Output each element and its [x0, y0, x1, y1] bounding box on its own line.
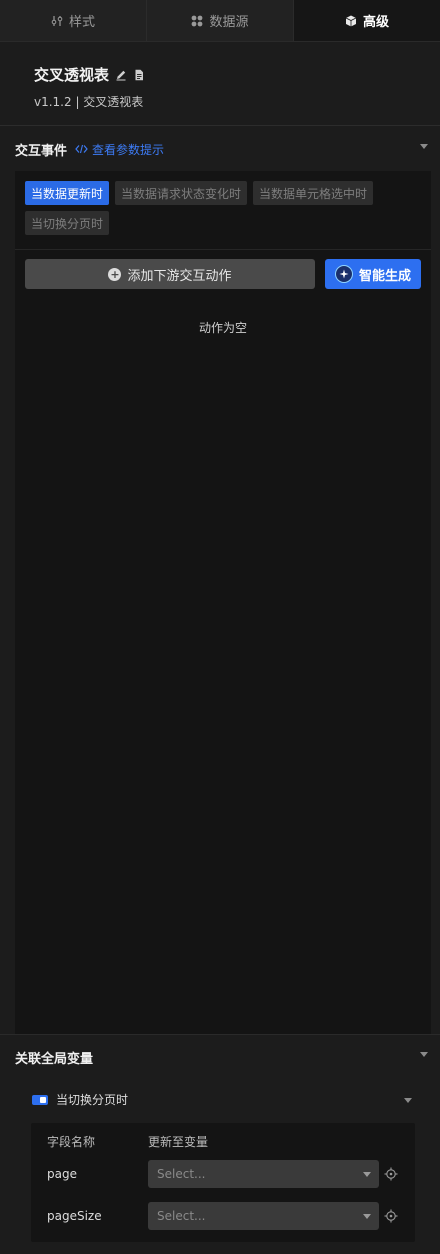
tab-datasource-label: 数据源 [209, 15, 249, 30]
component-version: v1.1.2 | 交叉透视表 [34, 95, 144, 109]
add-action-label: 添加下游交互动作 [127, 268, 232, 284]
select-placeholder: Select... [157, 1209, 206, 1223]
field-name: page [47, 1167, 77, 1181]
tab-style[interactable]: 样式 [0, 0, 147, 41]
cube-icon [345, 15, 357, 26]
chevron-down-icon[interactable] [420, 144, 428, 149]
ai-generate-label: 智能生成 [358, 268, 411, 284]
tab-datasource[interactable]: 数据源 [147, 0, 294, 41]
divider [15, 249, 431, 250]
event-tag-page-change[interactable]: 当切换分页时 [25, 211, 110, 235]
global-vars-header[interactable]: 关联全局变量 [0, 1035, 440, 1079]
config-tabs: 样式 数据源 高级 [0, 0, 440, 42]
event-tag-cell-select[interactable]: 当数据单元格选中时 [253, 181, 374, 205]
plus-circle-icon: + [108, 267, 122, 281]
document-icon[interactable] [133, 69, 145, 81]
toggle-icon[interactable] [32, 1094, 48, 1105]
column-header-variable: 更新至变量 [148, 1135, 209, 1149]
sparkle-icon [334, 265, 353, 283]
edit-icon[interactable] [115, 69, 127, 81]
global-var-event-row[interactable]: 当切换分页时 [32, 1091, 128, 1108]
tab-advanced[interactable]: 高级 [294, 0, 440, 41]
column-header-field: 字段名称 [47, 1135, 96, 1149]
global-var-event-name: 当切换分页时 [56, 1093, 129, 1107]
code-icon [75, 144, 88, 154]
events-panel: 当数据更新时 当数据请求状态变化时 当数据单元格选中时 当切换分页时 + 添加下… [15, 171, 431, 1034]
target-icon[interactable] [384, 1167, 398, 1181]
param-hint-link[interactable]: 查看参数提示 [75, 141, 164, 158]
tab-style-label: 样式 [68, 15, 95, 30]
chevron-down-icon[interactable] [404, 1098, 412, 1103]
ai-generate-button[interactable]: 智能生成 [325, 259, 421, 289]
select-placeholder: Select... [157, 1167, 206, 1181]
chevron-down-icon [363, 1172, 371, 1177]
target-icon[interactable] [384, 1209, 398, 1223]
empty-actions-text: 动作为空 [198, 321, 247, 335]
add-action-button[interactable]: + 添加下游交互动作 [25, 259, 315, 289]
variable-select[interactable]: Select... [148, 1160, 379, 1188]
events-section-header[interactable]: 交互事件 查看参数提示 [0, 127, 440, 171]
event-tag-request-status[interactable]: 当数据请求状态变化时 [115, 181, 248, 205]
var-mapping-table: 字段名称 更新至变量 page Select... pageSize Selec… [31, 1123, 415, 1242]
datasource-icon [192, 15, 203, 26]
chevron-down-icon[interactable] [420, 1052, 428, 1057]
component-title: 交叉透视表 [34, 66, 110, 84]
chevron-down-icon [363, 1214, 371, 1219]
component-header: 交叉透视表 v1.1.2 | 交叉透视表 [0, 42, 440, 126]
variable-select[interactable]: Select... [148, 1202, 379, 1230]
field-name: pageSize [47, 1209, 102, 1223]
param-hint-label: 查看参数提示 [92, 142, 165, 157]
tab-advanced-label: 高级 [362, 15, 389, 30]
sliders-icon [51, 15, 63, 26]
events-section-title: 交互事件 [15, 143, 68, 159]
component-title-row: 交叉透视表 [34, 64, 145, 85]
event-tag-list: 当数据更新时 当数据请求状态变化时 当数据单元格选中时 当切换分页时 [25, 181, 415, 235]
event-tag-data-update[interactable]: 当数据更新时 [25, 181, 110, 205]
global-vars-title: 关联全局变量 [15, 1051, 94, 1067]
